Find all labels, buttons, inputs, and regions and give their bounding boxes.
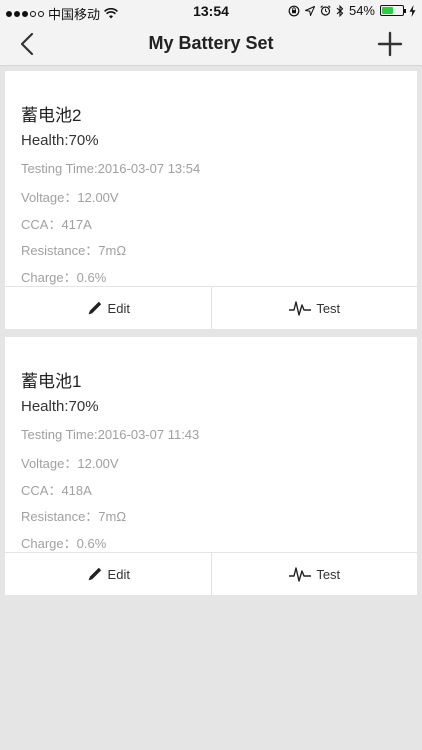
pulse-wave-icon [289, 301, 312, 316]
battery-voltage: Voltage：12.00V [21, 190, 119, 205]
battery-charge: Charge：0.6% [21, 536, 107, 551]
test-button-label: Test [316, 300, 341, 316]
status-right: 54% [288, 3, 416, 18]
card-actions: Edit Test [5, 286, 417, 329]
edit-button[interactable]: Edit [5, 287, 211, 329]
battery-resistance: Resistance：7mΩ [21, 509, 127, 524]
battery-cca: CCA：417A [21, 217, 92, 232]
test-button[interactable]: Test [210, 287, 418, 329]
edit-button-label: Edit [107, 566, 130, 582]
battery-name: 蓄电池1 [21, 372, 82, 391]
battery-fill [382, 7, 393, 14]
battery-cca: CCA：418A [21, 483, 92, 498]
battery-resistance: Resistance：7mΩ [21, 243, 127, 258]
plus-icon [377, 31, 403, 57]
bluetooth-icon [336, 4, 344, 17]
battery-voltage: Voltage：12.00V [21, 456, 119, 471]
battery-testing-time: Testing Time:2016-03-07 11:43 [21, 427, 200, 442]
pencil-icon [88, 301, 101, 315]
card-actions: Edit Test [5, 552, 417, 595]
alarm-icon [320, 5, 331, 16]
battery-name: 蓄电池2 [21, 106, 82, 125]
location-icon [304, 5, 315, 16]
battery-health: Health:70% [21, 132, 99, 149]
edit-button[interactable]: Edit [5, 553, 211, 595]
battery-card: 蓄电池1 Health:70% Testing Time:2016-03-07 … [5, 337, 417, 595]
battery-charge: Charge：0.6% [21, 270, 107, 285]
test-button-label: Test [316, 566, 341, 582]
charging-icon [409, 4, 416, 17]
battery-health: Health:70% [21, 398, 99, 415]
page-title: My Battery Set [148, 33, 274, 53]
battery-testing-time: Testing Time:2016-03-07 13:54 [21, 161, 201, 176]
rotation-lock-icon [288, 5, 300, 16]
battery-icon [380, 5, 406, 16]
status-bar: 中国移动 13:54 54% [0, 0, 422, 22]
pulse-wave-icon [289, 567, 312, 582]
navigation-bar: My Battery Set [0, 22, 422, 66]
battery-card: 蓄电池2 Health:70% Testing Time:2016-03-07 … [5, 71, 417, 329]
add-battery-button[interactable] [376, 30, 404, 58]
battery-percent: 54% [348, 3, 375, 18]
pencil-icon [88, 567, 101, 581]
edit-button-label: Edit [107, 300, 130, 316]
test-button[interactable]: Test [210, 553, 418, 595]
